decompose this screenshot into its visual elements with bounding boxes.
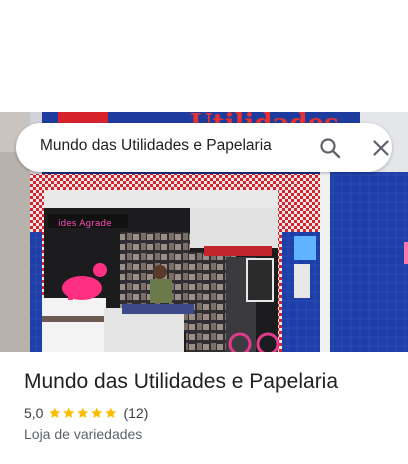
map-blank-area <box>0 0 408 112</box>
rating-stars <box>48 406 118 420</box>
star-icon <box>77 407 89 418</box>
search-icon[interactable] <box>318 136 342 160</box>
star-icon <box>91 407 103 418</box>
close-icon[interactable] <box>369 136 393 160</box>
star-icon <box>49 407 61 418</box>
place-title[interactable]: Mundo das Utilidades e Papelaria <box>24 370 338 394</box>
rating-value: 5,0 <box>24 405 44 421</box>
review-count[interactable]: (12) <box>123 405 148 421</box>
star-icon <box>105 407 117 418</box>
place-category: Loja de variedades <box>24 426 143 442</box>
star-icon <box>63 407 75 418</box>
rating-row[interactable]: 5,0 (12) <box>24 404 148 422</box>
search-bar[interactable]: Mundo das Utilidades e Papelaria <box>16 123 392 172</box>
search-input[interactable]: Mundo das Utilidades e Papelaria <box>40 137 272 155</box>
inner-sign-text: ides Agrade <box>58 219 112 229</box>
